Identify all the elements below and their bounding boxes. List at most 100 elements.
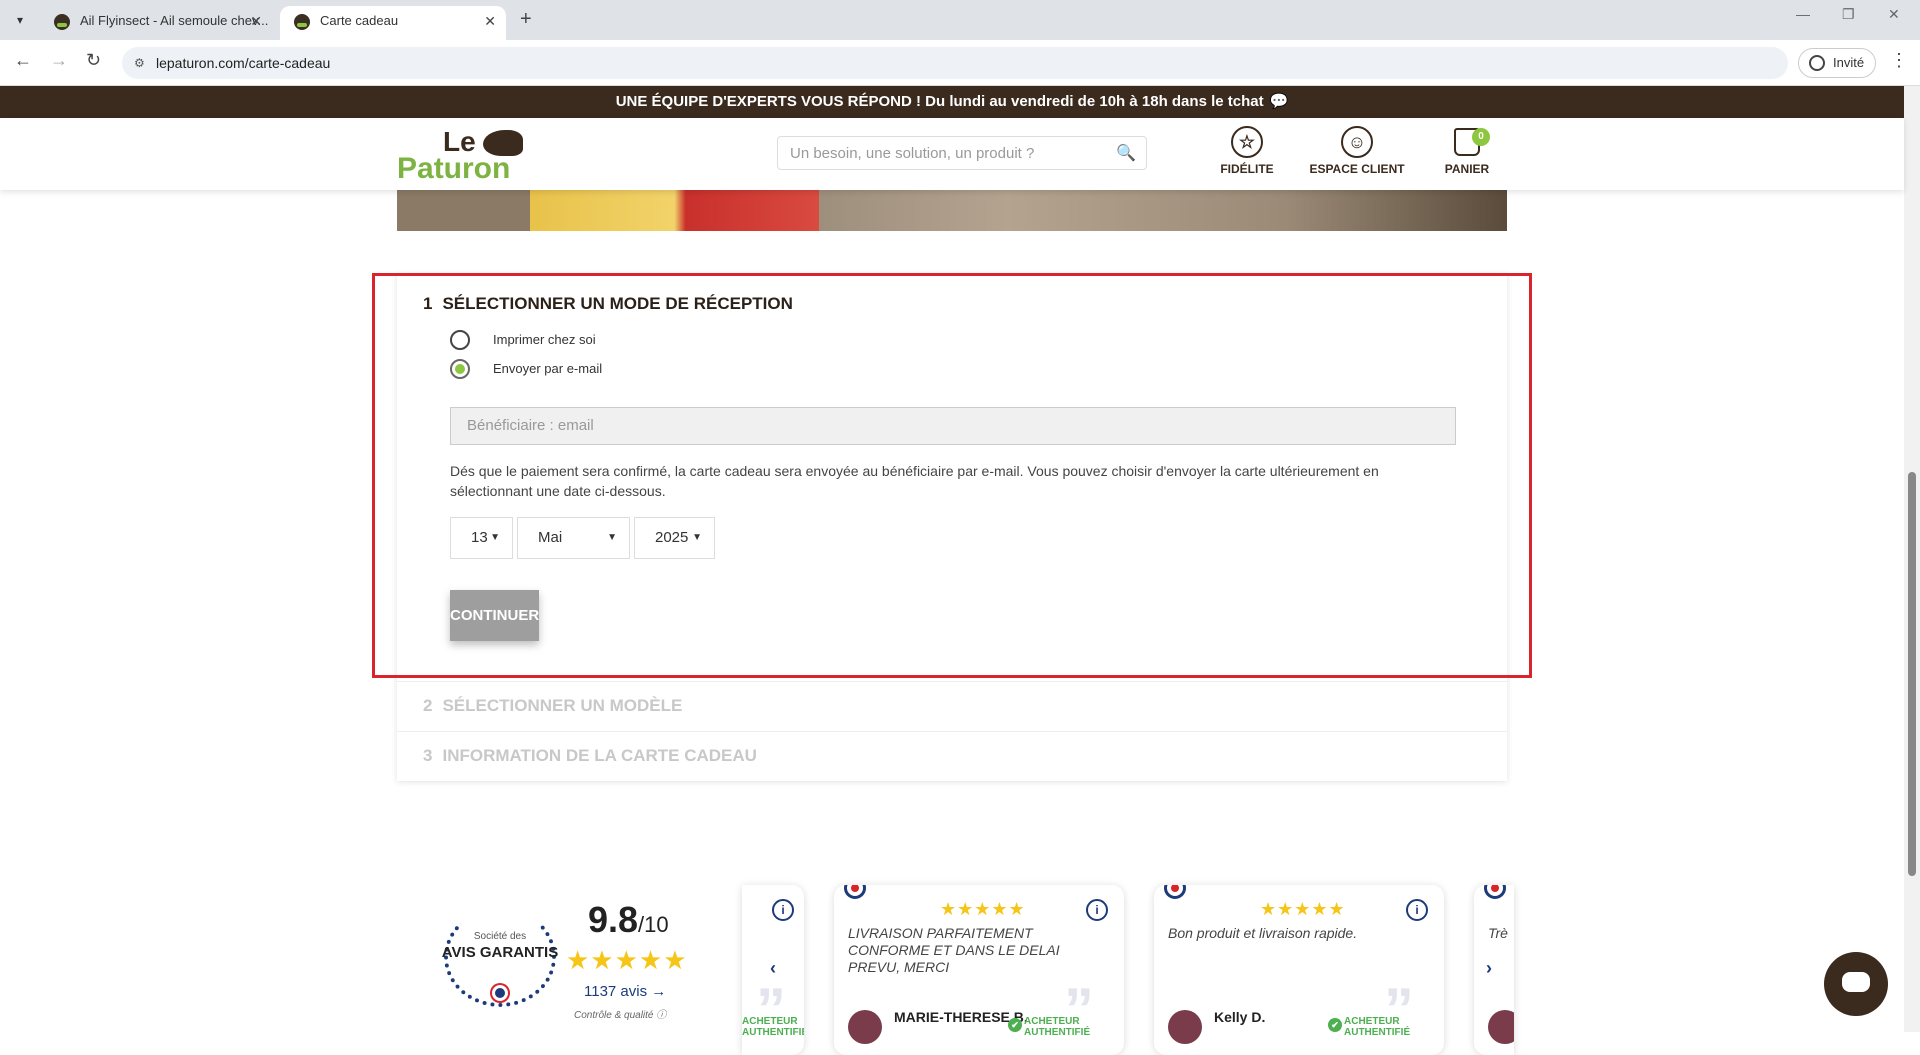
- tab-carte-cadeau[interactable]: Carte cadeau ✕: [280, 6, 506, 40]
- tab-search-button[interactable]: ▾: [8, 8, 32, 32]
- paturon-logo[interactable]: Le Paturon: [397, 126, 527, 186]
- espace-client-link[interactable]: ☺ ESPACE CLIENT: [1302, 126, 1412, 176]
- carousel-next-icon[interactable]: ›: [1486, 958, 1492, 979]
- quality-label: Contrôle & qualité: [574, 1010, 654, 1021]
- radio-print-at-home[interactable]: [450, 330, 470, 350]
- avis-garantis-seal: Société des AVIS GARANTIS: [440, 907, 560, 1017]
- profile-label: Invité: [1833, 55, 1865, 70]
- tab-title: Carte cadeau: [320, 13, 399, 28]
- info-icon[interactable]: i: [772, 899, 794, 921]
- minimize-icon[interactable]: —: [1796, 6, 1810, 22]
- cart-count-badge: 0: [1472, 128, 1490, 146]
- tab-title: Ail Flyinsect - Ail semoule chev...: [80, 13, 269, 28]
- caret-down-icon: ▼: [607, 532, 617, 543]
- review-count: 1137 avis: [584, 983, 648, 1000]
- profile-button[interactable]: Invité: [1798, 48, 1876, 78]
- review-card: ★★★★★ i LIVRAISON PARFAITEMENT CONFORME …: [834, 885, 1124, 1055]
- site-header: Le Paturon Un besoin, une solution, un p…: [0, 118, 1904, 190]
- star-icon: ☆: [1231, 126, 1263, 158]
- review-text: Trè: [1488, 925, 1508, 941]
- url-text: lepaturon.com/carte-cadeau: [156, 55, 331, 71]
- five-stars-icon: ★★★★★: [566, 945, 688, 975]
- info-icon[interactable]: i: [1406, 899, 1428, 921]
- delivery-description: Dés que le paiement sera confirmé, la ca…: [450, 463, 1379, 499]
- info-icon[interactable]: i: [1086, 899, 1108, 921]
- page-scrollbar[interactable]: [1904, 86, 1920, 1032]
- close-tab-icon[interactable]: ✕: [484, 6, 496, 36]
- step-1-title: 1 SÉLECTIONNER UN MODE DE RÉCEPTION: [423, 294, 793, 314]
- user-icon: ☺: [1341, 126, 1373, 158]
- promo-text: UNE ÉQUIPE D'EXPERTS VOUS RÉPOND ! Du lu…: [615, 93, 1264, 110]
- authenticated-badge: ACHETEUR AUTHENTIFIÉ: [1008, 1016, 1094, 1038]
- ribbon-badge-icon: [1484, 885, 1506, 899]
- caret-down-icon: ▼: [490, 532, 500, 543]
- chat-bubbles-icon[interactable]: 💬: [1270, 93, 1289, 110]
- five-stars-icon: ★★★★★: [940, 899, 1026, 919]
- chat-widget-button[interactable]: [1824, 952, 1888, 1016]
- fidelite-link[interactable]: ☆ FIDÉLITE: [1192, 126, 1302, 176]
- beneficiary-email-field[interactable]: Bénéficiaire : email: [450, 407, 1456, 445]
- promo-banner: UNE ÉQUIPE D'EXPERTS VOUS RÉPOND ! Du lu…: [0, 86, 1904, 118]
- email-placeholder: Bénéficiaire : email: [467, 417, 594, 434]
- fidelite-label: FIDÉLITE: [1220, 162, 1274, 176]
- restore-icon[interactable]: ❐: [1842, 6, 1855, 23]
- year-select[interactable]: 2025 ▼: [634, 517, 715, 559]
- espace-client-label: ESPACE CLIENT: [1309, 162, 1405, 176]
- tab-ail-flyinsect[interactable]: Ail Flyinsect - Ail semoule chev... ✕: [40, 6, 272, 40]
- authenticated-badge: ACHETEUR AUTHENTIFIÉ: [742, 1016, 804, 1038]
- review-text: Bon produit et livraison rapide.: [1168, 925, 1358, 941]
- review-count-link[interactable]: 1137 avis →: [584, 983, 666, 1000]
- review-score: 9.8/10: [588, 899, 669, 941]
- panier-label: PANIER: [1444, 162, 1490, 176]
- gift-card-form: 1 SÉLECTIONNER UN MODE DE RÉCEPTION Impri…: [397, 274, 1507, 781]
- continue-button[interactable]: CONTINUER: [450, 590, 539, 641]
- gift-card-banner-image: [397, 190, 1507, 231]
- quality-control-text: Contrôle & qualité ⓘ: [574, 1006, 666, 1021]
- step-2-title[interactable]: 2 SÉLECTIONNER UN MODÈLE: [423, 696, 682, 716]
- forward-icon[interactable]: →: [50, 50, 68, 71]
- paturon-favicon-icon: [54, 14, 70, 30]
- browser-tab-bar: ▾ Ail Flyinsect - Ail semoule chev... ✕ …: [0, 0, 1920, 40]
- url-field[interactable]: ⚙ lepaturon.com/carte-cadeau: [122, 47, 1788, 79]
- radio-label-email: Envoyer par e-mail: [493, 361, 603, 376]
- reload-icon[interactable]: ↻: [86, 50, 101, 71]
- step-title-text: SÉLECTIONNER UN MODÈLE: [442, 696, 683, 715]
- month-select[interactable]: Mai ▼: [517, 517, 630, 559]
- month-value: Mai: [538, 529, 563, 546]
- step-title-text: INFORMATION DE LA CARTE CADEAU: [442, 746, 757, 765]
- close-tab-icon[interactable]: ✕: [250, 6, 262, 36]
- step-3-title[interactable]: 3 INFORMATION DE LA CARTE CADEAU: [423, 746, 757, 766]
- radio-label-print: Imprimer chez soi: [493, 332, 596, 347]
- profile-icon: [1809, 55, 1825, 71]
- review-text: LIVRAISON PARFAITEMENT CONFORME ET DANS …: [848, 925, 1060, 975]
- ribbon-badge-icon: [1164, 885, 1186, 899]
- review-card: ★★★★★ i Bon produit et livraison rapide.…: [1154, 885, 1444, 1055]
- seal-main-text: AVIS GARANTIS: [441, 944, 559, 961]
- info-icon[interactable]: ⓘ: [656, 1010, 666, 1021]
- ribbon-badge-icon: [844, 885, 866, 899]
- paturon-favicon-icon: [294, 14, 310, 30]
- close-window-icon[interactable]: ✕: [1888, 6, 1900, 23]
- site-info-icon[interactable]: ⚙: [134, 47, 145, 79]
- scrollbar-thumb[interactable]: [1908, 472, 1916, 876]
- score-value: 9.8: [588, 899, 639, 940]
- back-icon[interactable]: ←: [14, 50, 32, 71]
- five-stars-icon: ★★★★★: [1260, 899, 1346, 919]
- review-card-partial: Trè: [1474, 885, 1514, 1055]
- step-title-text: SÉLECTIONNER UN MODE DE RÉCEPTION: [442, 294, 793, 313]
- new-tab-button[interactable]: +: [520, 8, 532, 31]
- authenticated-badge: ACHETEUR AUTHENTIFIÉ: [1328, 1016, 1414, 1038]
- medal-icon: [492, 985, 508, 1001]
- day-select[interactable]: 13 ▼: [450, 517, 513, 559]
- search-input[interactable]: Un besoin, une solution, un produit ? 🔍: [777, 136, 1147, 170]
- score-denominator: /10: [638, 912, 669, 937]
- browser-menu-icon[interactable]: ⋮: [1890, 50, 1908, 71]
- carousel-prev-icon[interactable]: ‹: [770, 958, 776, 979]
- search-icon[interactable]: 🔍: [1116, 137, 1136, 171]
- radio-send-by-email[interactable]: [450, 359, 470, 379]
- panier-link[interactable]: 0 PANIER: [1412, 126, 1522, 176]
- caret-down-icon: ▼: [692, 532, 702, 543]
- search-placeholder: Un besoin, une solution, un produit ?: [790, 145, 1035, 162]
- reviewer-name: Kelly D.: [1214, 1009, 1266, 1025]
- step-divider: [397, 731, 1507, 732]
